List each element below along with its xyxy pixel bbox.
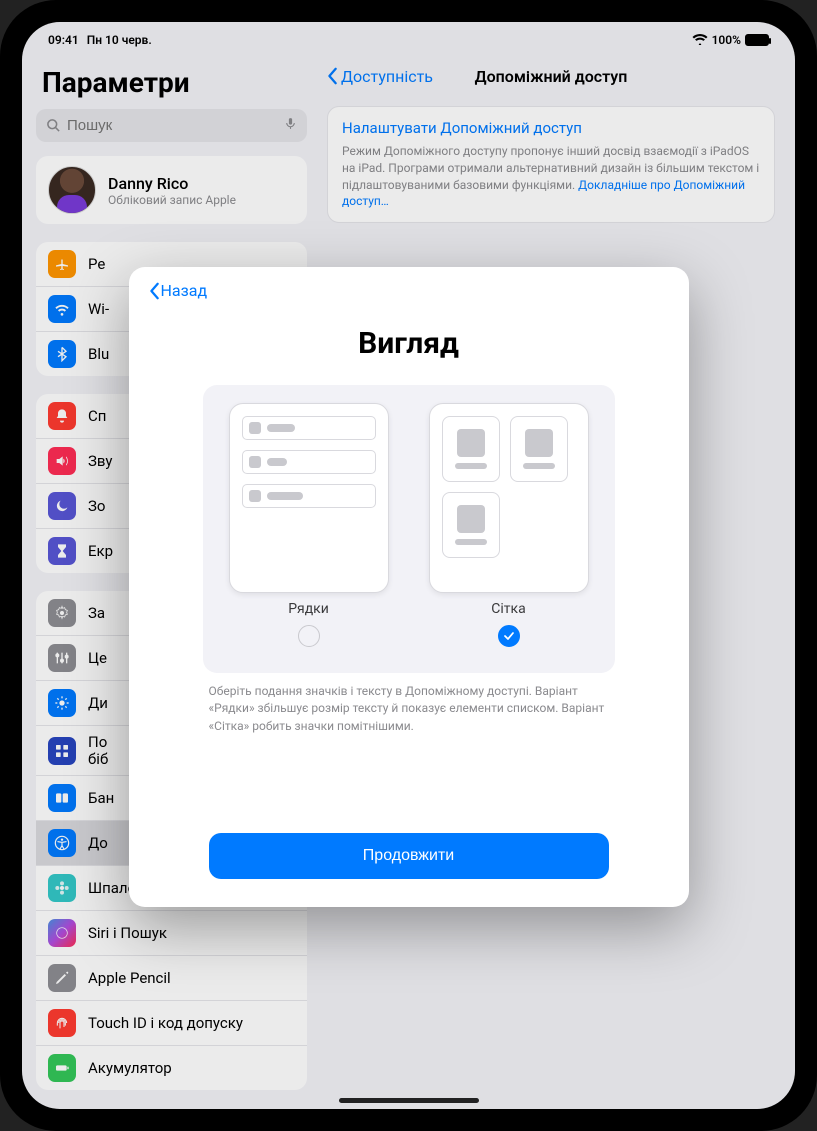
- rows-preview: [229, 403, 389, 593]
- option-grid-radio[interactable]: [498, 625, 520, 647]
- option-rows-radio[interactable]: [298, 625, 320, 647]
- home-indicator[interactable]: [339, 1098, 479, 1103]
- option-rows[interactable]: Рядки: [229, 403, 389, 647]
- sheet-back-button[interactable]: Назад: [149, 281, 669, 300]
- chevron-left-icon: [149, 282, 161, 300]
- option-grid[interactable]: Сітка: [429, 403, 589, 647]
- grid-preview: [429, 403, 589, 593]
- sheet-hint: Оберіть подання значків і тексту в Допом…: [209, 683, 609, 735]
- check-icon: [503, 630, 515, 642]
- sheet-title: Вигляд: [149, 326, 669, 361]
- option-grid-label: Сітка: [491, 601, 525, 617]
- continue-button[interactable]: Продовжити: [209, 833, 609, 879]
- appearance-sheet: Назад Вигляд Рядки: [129, 267, 689, 907]
- option-rows-label: Рядки: [288, 601, 329, 617]
